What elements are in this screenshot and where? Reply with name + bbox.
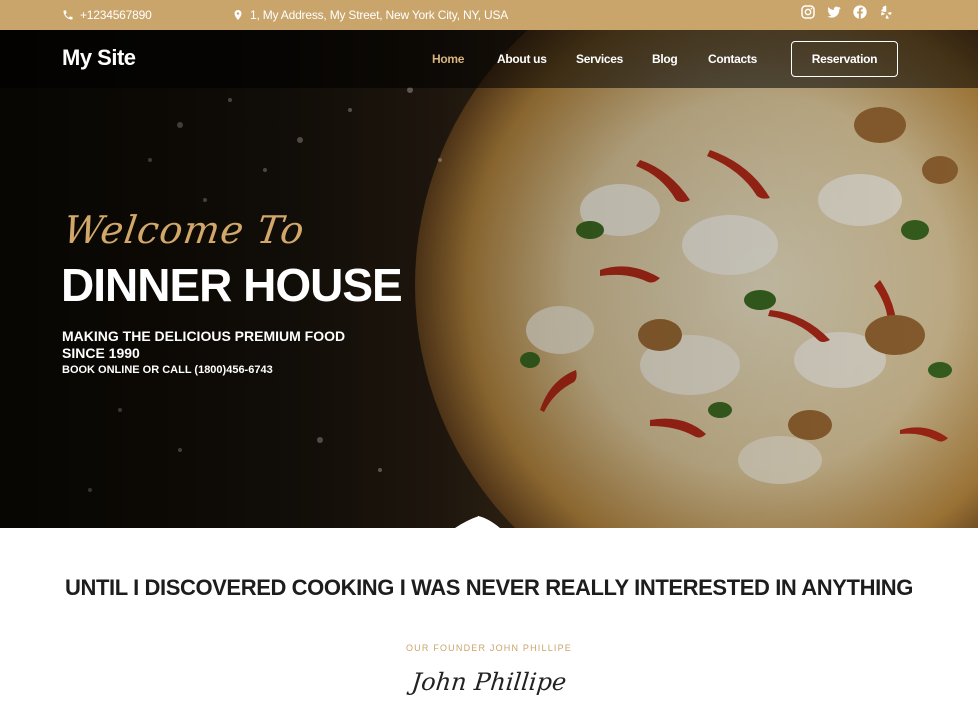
hero-title: DINNER HOUSE: [61, 259, 403, 311]
site-logo[interactable]: My Site: [62, 45, 136, 71]
nav-home[interactable]: Home: [432, 30, 464, 88]
hero-script-heading: Welcome To: [60, 208, 308, 252]
top-info-bar: +1234567890 1, My Address, My Street, Ne…: [0, 0, 978, 30]
hero-banner: My Site Home About us Services Blog Cont…: [0, 30, 978, 528]
yelp-icon[interactable]: [878, 4, 894, 20]
hero-subtitle: MAKING THE DELICIOUS PREMIUM FOOD SINCE …: [62, 328, 346, 361]
map-pin-icon: [232, 9, 244, 21]
main-navbar: My Site Home About us Services Blog Cont…: [0, 30, 978, 88]
nav-about-us[interactable]: About us: [497, 30, 547, 88]
phone-contact[interactable]: +1234567890: [62, 0, 152, 30]
reservation-button[interactable]: Reservation: [791, 41, 898, 77]
instagram-icon[interactable]: [800, 4, 816, 20]
address-text: 1, My Address, My Street, New York City,…: [250, 8, 509, 22]
phone-number: +1234567890: [80, 8, 152, 22]
hero-booking-text: BOOK ONLINE OR CALL (1800)456-6743: [62, 364, 273, 376]
nav-blog[interactable]: Blog: [652, 30, 678, 88]
phone-icon: [62, 9, 74, 21]
social-links: [800, 4, 894, 20]
address-contact: 1, My Address, My Street, New York City,…: [232, 0, 508, 30]
nav-contacts[interactable]: Contacts: [708, 30, 757, 88]
founder-signature: John Phillipe: [410, 668, 568, 696]
founder-quote: UNTIL I DISCOVERED COOKING I WAS NEVER R…: [64, 575, 913, 600]
facebook-icon[interactable]: [852, 4, 868, 20]
founder-caption: OUR FOUNDER JOHN PHILLIPE: [405, 643, 573, 653]
nav-services[interactable]: Services: [576, 30, 623, 88]
twitter-icon[interactable]: [826, 4, 842, 20]
